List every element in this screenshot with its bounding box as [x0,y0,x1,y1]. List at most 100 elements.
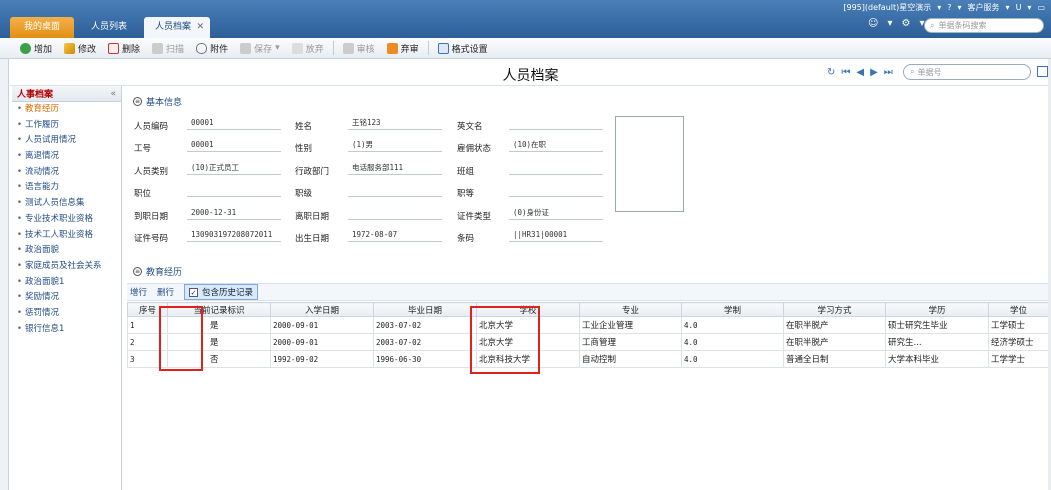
grid-view-icon[interactable] [1037,66,1048,77]
table-cell[interactable]: 自动控制 [579,350,682,368]
table-cell[interactable]: 经济学硕士 [988,333,1049,351]
field-birth[interactable]: 1972-08-07 [348,228,442,242]
checkbox-checked-icon[interactable]: ✓ [189,287,199,297]
table-cell[interactable]: 工学学士 [988,350,1049,368]
field-team[interactable] [509,161,603,175]
sidebar-item[interactable]: • 测试人员信息集 [12,196,121,212]
scan-button[interactable]: 扫描 [146,39,190,58]
table-cell[interactable]: 大学本科毕业 [885,350,989,368]
sidebar-item[interactable]: • 专业技术职业资格 [12,212,121,228]
sidebar-item[interactable]: • 流动情况 [12,165,121,181]
next-record-icon[interactable]: ▶ [870,67,878,78]
table-cell[interactable]: 工学硕士 [988,316,1049,334]
field-join-date[interactable]: 2000-12-31 [187,206,281,220]
tab-person-list[interactable]: 人员列表 [78,17,140,38]
discard-button[interactable]: 放弃 [286,39,330,58]
table-cell[interactable]: 1996-06-30 [373,350,477,368]
minimize-icon[interactable]: ▭ [1037,3,1045,12]
table-cell[interactable]: 硕士研究生毕业 [885,316,989,334]
close-icon[interactable]: ✕ [196,17,204,38]
basic-info-header[interactable]: ≡ 基本信息 [133,95,182,108]
barcode-search-input[interactable]: ⌕ 单据条码搜索 [924,18,1044,33]
photo-placeholder[interactable] [615,116,684,212]
table-cell[interactable]: 在职半脱产 [783,333,886,351]
table-cell[interactable]: 在职半脱产 [783,316,886,334]
chevron-down-icon[interactable]: ▾ [275,43,280,53]
table-row[interactable]: 2 是 2000-09-01 2003-07-02 北京大学 工商管理 4.0 在职半脱产 研究… [127,333,1049,351]
table-cell[interactable]: 2003-07-02 [373,333,477,351]
collapse-circle-icon[interactable]: ≡ [133,267,142,276]
field-id-type[interactable]: (0)身份证 [509,206,603,220]
column-header[interactable]: 毕业日期 [373,302,477,317]
chevron-down-icon[interactable]: ▾ [887,18,892,29]
sidebar-item[interactable]: • 政治面貌1 [12,275,121,291]
table-cell[interactable]: 研究生... [885,333,989,351]
education-header[interactable]: ≡ 教育经历 [133,265,182,278]
table-cell[interactable]: 4.0 [681,350,784,368]
table-cell[interactable]: 工商管理 [579,333,682,351]
sidebar-item[interactable]: • 工作履历 [12,118,121,134]
sidebar-item[interactable]: • 教育经历 [12,102,121,118]
audit-button[interactable]: 审核 [337,39,381,58]
field-barcode[interactable]: ||HR31|00001 [509,228,603,242]
table-cell[interactable]: 普通全日制 [783,350,886,368]
include-history-toggle[interactable]: ✓ 包含历史记录 [184,284,259,300]
sidebar-item[interactable]: • 离退情况 [12,149,121,165]
refresh-icon[interactable]: ↻ [827,67,835,78]
prev-record-icon[interactable]: ◀ [856,67,864,78]
field-id-no[interactable]: 130903197208072011 [187,228,281,242]
field-english-name[interactable] [509,116,603,130]
sidebar-item[interactable]: • 政治面貌 [12,243,121,259]
tab-my-desktop[interactable]: 我的桌面 [10,17,74,38]
field-leave-date[interactable] [348,206,442,220]
account-label[interactable]: [995](default)星空演示 [843,2,931,13]
add-button[interactable]: 增加 [14,39,58,58]
field-emp-type[interactable]: (10)正式员工 [187,161,281,175]
field-dept[interactable]: 电话服务部111 [348,161,442,175]
table-row[interactable]: 1 是 2000-09-01 2003-07-02 北京大学 工业企业管理 4.0 在职半脱产… [127,316,1049,334]
dropdown-icon[interactable]: ▾ [937,3,941,12]
table-cell[interactable]: 4.0 [681,316,784,334]
dropdown-icon[interactable]: ▾ [1027,3,1031,12]
column-header[interactable]: 专业 [579,302,682,317]
field-position[interactable] [187,183,281,197]
column-header[interactable]: 学历 [885,302,989,317]
delete-row-button[interactable]: 删行 [157,286,174,298]
add-row-button[interactable]: 增行 [130,286,147,298]
tab-person-file[interactable]: 人员档案 ✕ [144,17,210,38]
bill-number-search-input[interactable]: ⌕ 单据号 [903,64,1031,80]
column-header[interactable]: 学位 [988,302,1049,317]
field-grade[interactable] [509,183,603,197]
column-header[interactable]: 入学日期 [270,302,374,317]
dropdown-icon[interactable]: ▾ [1006,3,1010,12]
table-cell[interactable]: 4.0 [681,333,784,351]
sidebar-item[interactable]: • 家庭成员及社会关系 [12,259,121,275]
field-emp-code[interactable]: 00001 [187,116,281,130]
field-job-no[interactable]: 00001 [187,138,281,152]
customer-service-link[interactable]: 客户服务 [968,2,1000,13]
field-gender[interactable]: (1)男 [348,138,442,152]
sidebar-item[interactable]: • 银行信息1 [12,322,121,338]
field-employ-status[interactable]: (10)在职 [509,138,603,152]
field-name[interactable]: 王铭123 [348,116,442,130]
last-record-icon[interactable]: ⏭ [884,67,893,78]
sidebar-item[interactable]: • 奖励情况 [12,290,121,306]
dropdown-icon[interactable]: ▾ [958,3,962,12]
save-button[interactable]: 保存 ▾ [234,39,286,58]
attach-button[interactable]: 附件 [190,39,234,58]
sidebar-item[interactable]: • 惩罚情况 [12,306,121,322]
abandon-audit-button[interactable]: 弃审 [381,39,425,58]
table-cell[interactable]: 2000-09-01 [270,316,374,334]
sidebar-item[interactable]: • 语言能力 [12,180,121,196]
first-record-icon[interactable]: ⏮ [841,67,850,78]
table-cell[interactable]: 2000-09-01 [270,333,374,351]
delete-button[interactable]: 删除 [102,39,146,58]
table-cell[interactable]: 工业企业管理 [579,316,682,334]
help-icon[interactable]: ? [947,3,951,12]
field-rank[interactable] [348,183,442,197]
edit-button[interactable]: 修改 [58,39,102,58]
table-cell[interactable]: 1992-09-02 [270,350,374,368]
table-row[interactable]: 3 否 1992-09-02 1996-06-30 北京科技大学 自动控制 4.0 普通全日制… [127,350,1049,368]
column-header[interactable]: 学制 [681,302,784,317]
column-header[interactable]: 学习方式 [783,302,886,317]
